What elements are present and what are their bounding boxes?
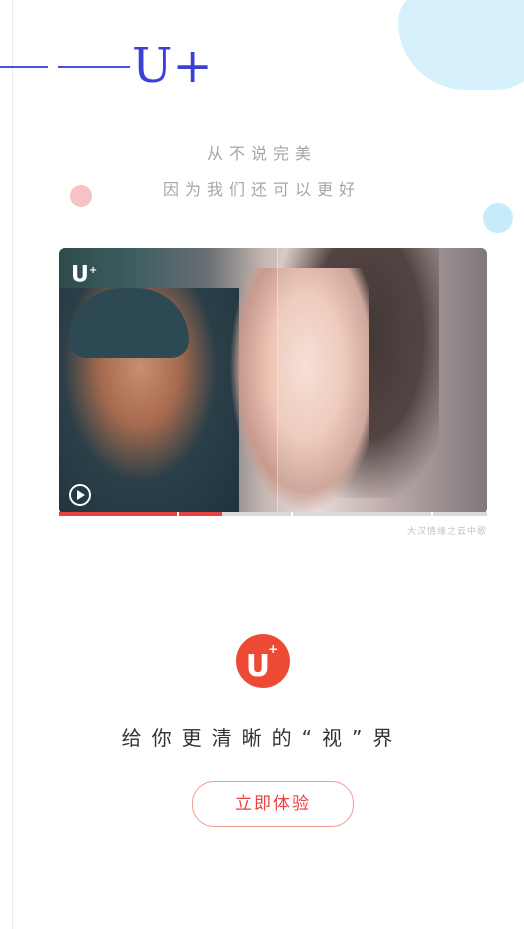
video-preview[interactable]: U+ bbox=[59, 248, 487, 514]
decorative-bubble-top bbox=[398, 0, 524, 90]
video-progress-bar[interactable] bbox=[59, 512, 487, 516]
brand-line-left bbox=[0, 66, 48, 68]
tagline-line-2: 因为我们还可以更好 bbox=[162, 180, 361, 199]
video-compare-split bbox=[277, 248, 487, 514]
progress-marker bbox=[291, 512, 293, 516]
try-now-button[interactable]: 立即体验 bbox=[192, 781, 354, 827]
video-progress-fill bbox=[59, 512, 222, 516]
play-icon[interactable] bbox=[69, 484, 91, 506]
decorative-bubble-blue bbox=[483, 203, 513, 233]
progress-marker bbox=[431, 512, 433, 516]
slogan: 给你更清晰的“视”界 bbox=[121, 726, 403, 750]
video-watermark-logo: U+ bbox=[71, 262, 98, 288]
tagline-line-1: 从不说完美 bbox=[206, 144, 317, 163]
app-logo: U+ bbox=[236, 634, 290, 688]
video-caption: 大汉情缘之云中歌 bbox=[406, 527, 487, 537]
progress-marker bbox=[177, 512, 179, 516]
brand-line-right bbox=[58, 66, 130, 68]
brand-title: U+ bbox=[132, 38, 213, 94]
